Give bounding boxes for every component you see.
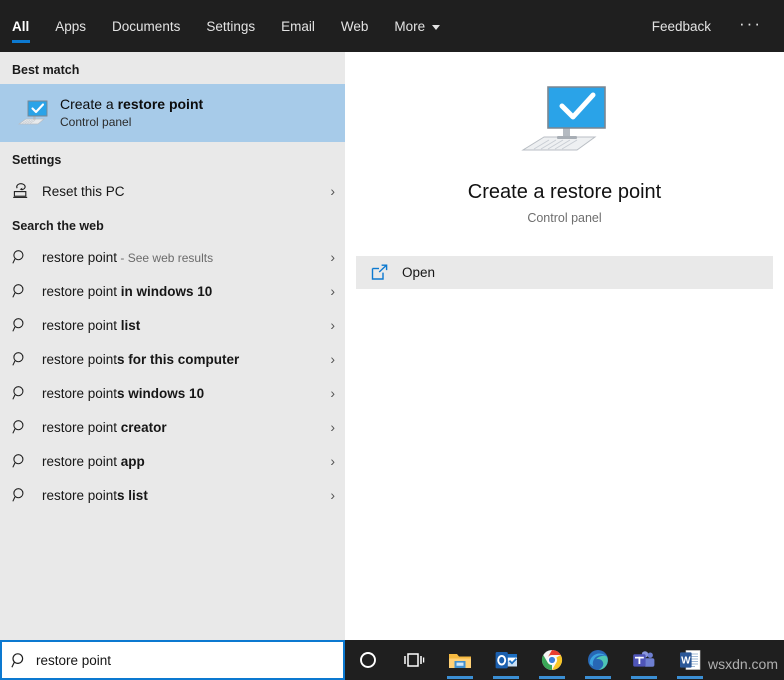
search-icon [12,317,42,333]
best-match-title: Create a restore point [60,96,204,113]
chrome-icon[interactable] [529,640,575,680]
tab-apps[interactable]: Apps [42,0,99,52]
web-result-item[interactable]: restore point - See web results › [0,240,345,274]
tab-more[interactable]: More [381,0,453,52]
search-the-web-header: Search the web [12,219,104,233]
best-match-text: Create a restore point Control panel [54,95,203,131]
tab-apps-label: Apps [55,18,87,34]
web-result-item[interactable]: restore point app › [0,444,345,478]
chevron-right-icon: › [330,351,335,367]
web-result-item[interactable]: restore point in windows 10 › [0,274,345,308]
word-icon[interactable]: W [667,640,713,680]
search-input[interactable] [36,652,343,668]
chevron-right-icon: › [330,385,335,401]
results-list-panel: Best match Create a restore point Contro… [0,52,345,640]
web-result-label: restore point - See web results [42,249,214,265]
web-result-label: restore points list [42,487,148,503]
tab-list: All Apps Documents Settings Email Web Mo… [0,0,453,52]
chevron-right-icon: › [330,283,335,299]
external-link-icon [356,264,402,281]
web-result-label: restore point creator [42,419,167,435]
tab-settings[interactable]: Settings [193,0,268,52]
tab-settings-label: Settings [206,18,256,34]
tab-documents[interactable]: Documents [99,0,193,52]
settings-result-reset-this-pc[interactable]: Reset this PC › [0,174,345,208]
tab-all-label: All [12,18,30,34]
cortana-icon[interactable] [345,640,391,680]
web-result-item[interactable]: restore point list › [0,308,345,342]
web-result-label: restore points for this computer [42,351,240,367]
chevron-right-icon: › [330,317,335,333]
outlook-icon[interactable] [483,640,529,680]
file-explorer-icon[interactable] [437,640,483,680]
preview-panel: Create a restore point Control panel Ope… [345,52,784,640]
restore-point-monitor-icon-large [517,80,613,165]
tab-web-label: Web [340,18,369,34]
tab-documents-label: Documents [112,18,181,34]
tab-email[interactable]: Email [268,0,328,52]
chevron-right-icon: › [330,453,335,469]
teams-icon[interactable] [621,640,667,680]
settings-result-label: Reset this PC [42,183,125,199]
search-icon [12,487,42,503]
search-icon [12,283,42,299]
best-match-result-item[interactable]: Create a restore point Control panel [0,84,345,142]
preview-subtitle: Control panel [527,211,602,225]
best-match-subtitle: Control panel [60,115,132,130]
web-result-label: restore points windows 10 [42,385,205,401]
search-icon [12,419,42,435]
windows-search-overlay: All Apps Documents Settings Email Web Mo… [0,0,784,680]
feedback-button[interactable]: Feedback [640,19,723,34]
chevron-right-icon: › [330,249,335,265]
search-icon [12,453,42,469]
search-filter-tabbar: All Apps Documents Settings Email Web Mo… [0,0,784,52]
site-watermark: wsxdn.com [707,656,778,672]
preview-hero: Create a restore point Control panel [345,52,784,225]
task-view-icon[interactable] [391,640,437,680]
edge-icon[interactable] [575,640,621,680]
web-result-item[interactable]: restore points for this computer › [0,342,345,376]
tab-email-label: Email [281,18,315,34]
search-icon [12,385,42,401]
open-action-label: Open [402,265,436,280]
taskbar: W wsxdn.com [345,640,784,680]
web-results-list: restore point - See web results › restore … [0,240,345,512]
web-result-label: restore point app [42,453,145,469]
tab-more-label: More [394,18,426,34]
web-result-label: restore point list [42,317,141,333]
best-match-header: Best match [12,63,80,77]
restore-point-monitor-icon [12,98,54,128]
tab-all[interactable]: All [0,0,42,52]
topbar-actions: Feedback ··· [640,0,784,52]
open-action-button[interactable]: Open [356,256,773,289]
web-result-item[interactable]: restore points list › [0,478,345,512]
svg-text:W: W [681,655,691,666]
chevron-down-icon [432,24,441,30]
chevron-right-icon: › [330,487,335,503]
settings-section-header: Settings [12,153,62,167]
search-icon [2,652,36,669]
chevron-right-icon: › [330,419,335,435]
tab-web[interactable]: Web [328,0,382,52]
search-box[interactable] [0,640,345,680]
reset-pc-icon [12,182,42,200]
more-options-icon[interactable]: ··· [723,15,770,38]
preview-title: Create a restore point [467,181,662,203]
search-icon [12,351,42,367]
chevron-right-icon: › [330,183,335,199]
search-icon [12,249,42,265]
web-result-label: restore point in windows 10 [42,283,213,299]
web-result-item[interactable]: restore point creator › [0,410,345,444]
web-result-item[interactable]: restore points windows 10 › [0,376,345,410]
